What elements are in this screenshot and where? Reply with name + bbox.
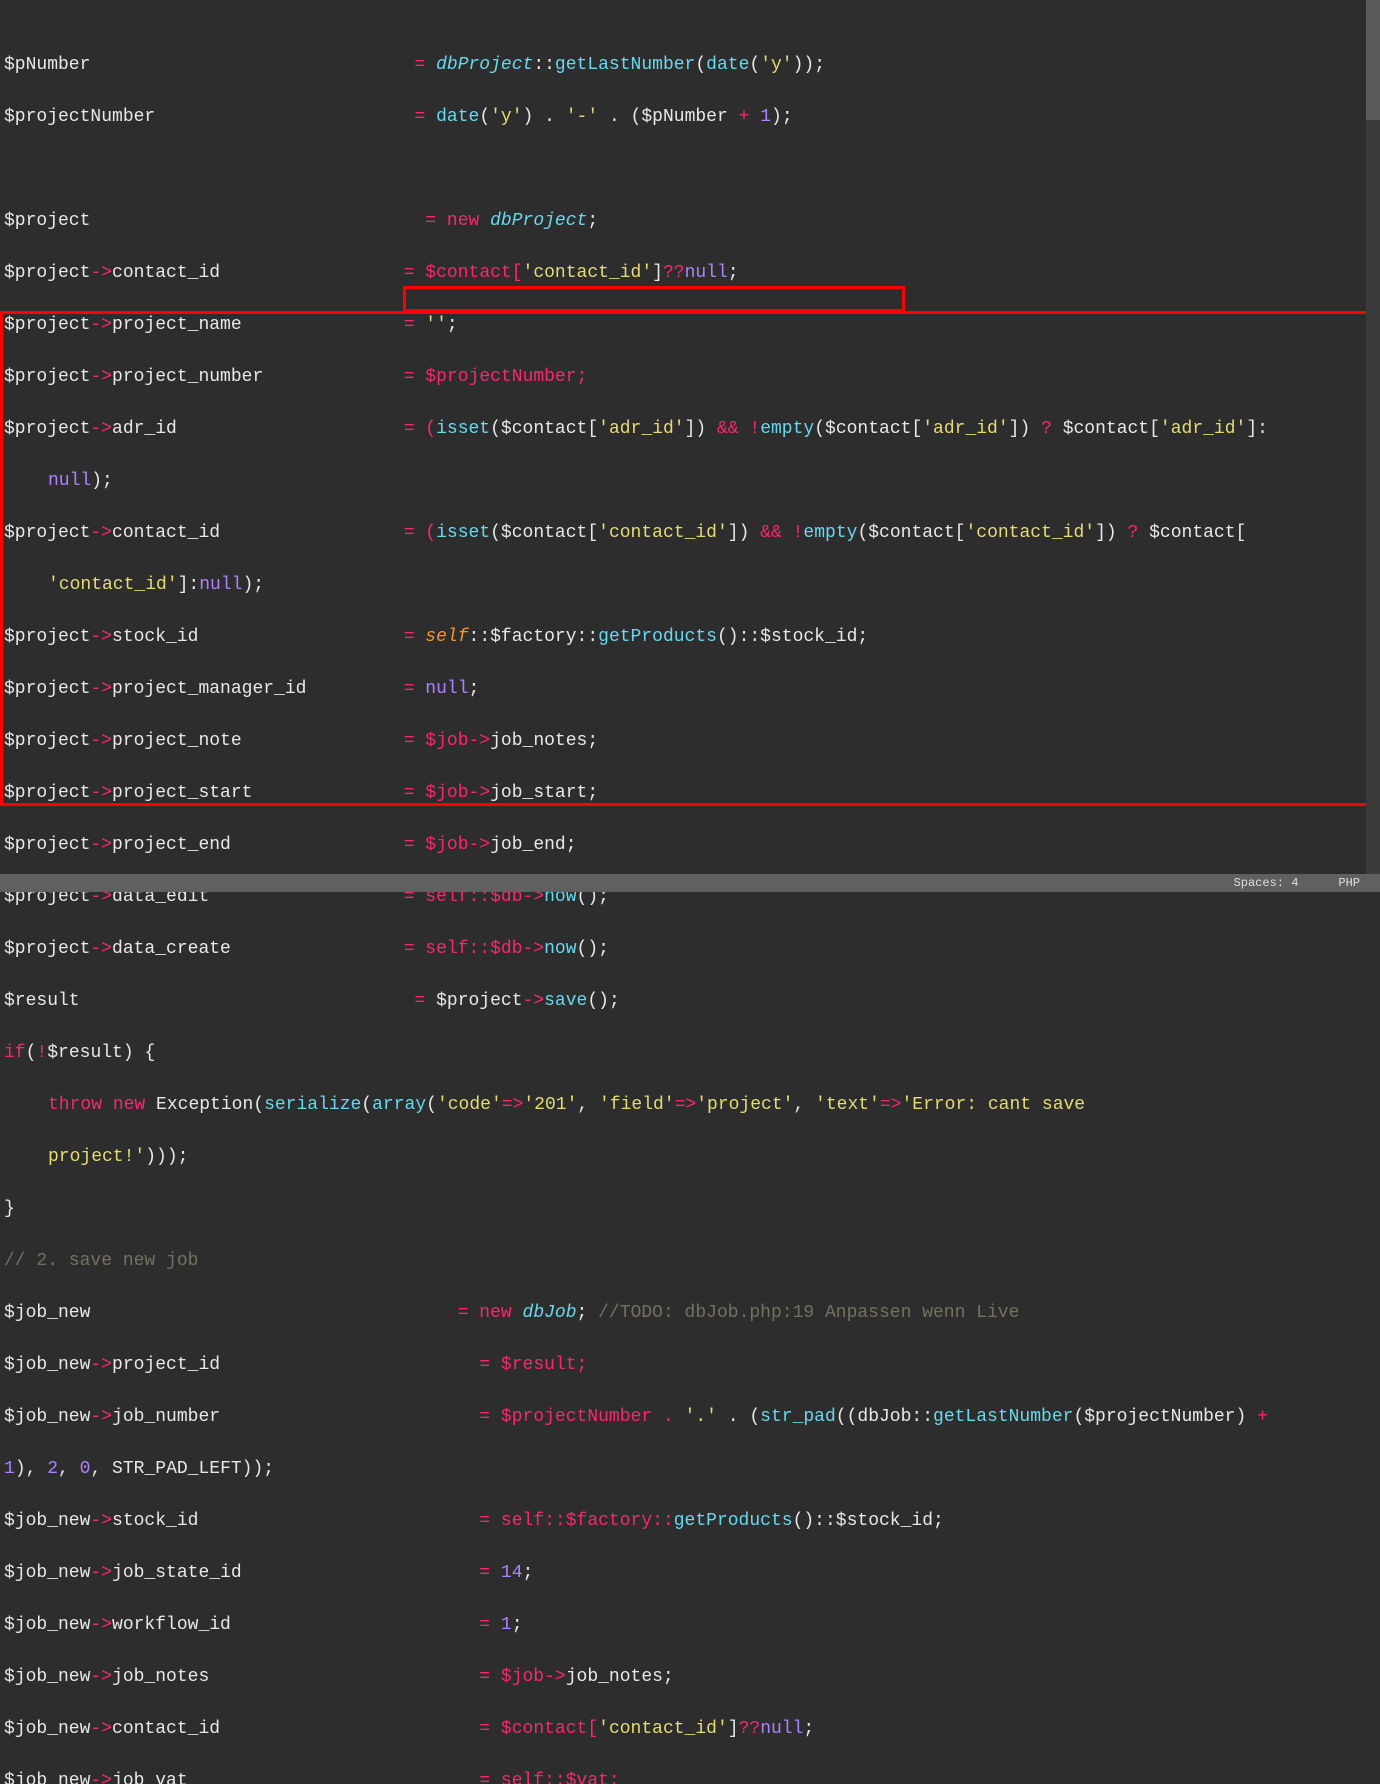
code-line: 1), 2, 0, STR_PAD_LEFT)); <box>4 1456 1376 1482</box>
code-line: $project->project_note = $job->job_notes… <box>4 728 1376 754</box>
code-line: $project->data_create = self::$db->now()… <box>4 936 1376 962</box>
code-line: $job_new = new dbJob; //TODO: dbJob.php:… <box>4 1300 1376 1326</box>
code-editor[interactable]: $pNumber = dbProject::getLastNumber(date… <box>0 0 1380 1784</box>
code-line: $project->project_number = $projectNumbe… <box>4 364 1376 390</box>
code-line: $job_new->stock_id = self::$factory::get… <box>4 1508 1376 1534</box>
language-mode[interactable]: PHP <box>1338 870 1360 896</box>
code-line: $job_new->contact_id = $contact['contact… <box>4 1716 1376 1742</box>
code-line: $job_new->workflow_id = 1; <box>4 1612 1376 1638</box>
status-bar: Spaces: 4 PHP <box>0 874 1380 892</box>
code-line: $job_new->job_vat = self::$vat; <box>4 1768 1376 1784</box>
code-line: null); <box>4 468 1376 494</box>
code-line: $project->project_end = $job->job_end; <box>4 832 1376 858</box>
code-line: $pNumber = dbProject::getLastNumber(date… <box>4 52 1376 78</box>
code-line: $project->project_manager_id = null; <box>4 676 1376 702</box>
code-line: project!'))); <box>4 1144 1376 1170</box>
code-line: $project->contact_id = (isset($contact['… <box>4 520 1376 546</box>
code-line: $job_new->job_state_id = 14; <box>4 1560 1376 1586</box>
code-line: throw new Exception(serialize(array('cod… <box>4 1092 1376 1118</box>
indent-setting[interactable]: Spaces: 4 <box>1234 870 1299 896</box>
code-line: $job_new->job_number = $projectNumber . … <box>4 1404 1376 1430</box>
vertical-scrollbar[interactable] <box>1366 0 1380 880</box>
code-line: $job_new->job_notes = $job->job_notes; <box>4 1664 1376 1690</box>
code-line: $project->adr_id = (isset($contact['adr_… <box>4 416 1376 442</box>
code-line: $result = $project->save(); <box>4 988 1376 1014</box>
code-line: } <box>4 1196 1376 1222</box>
code-line: if(!$result) { <box>4 1040 1376 1066</box>
code-line: $project->stock_id = self::$factory::get… <box>4 624 1376 650</box>
annotation-box <box>403 286 905 312</box>
code-line: $project->project_name = ''; <box>4 312 1376 338</box>
code-line: $project->project_start = $job->job_star… <box>4 780 1376 806</box>
code-line: // 2. save new job <box>4 1248 1376 1274</box>
code-line: $projectNumber = date('y') . '-' . ($pNu… <box>4 104 1376 130</box>
code-line: $project = new dbProject; <box>4 208 1376 234</box>
code-line: $job_new->project_id = $result; <box>4 1352 1376 1378</box>
code-line: $project->contact_id = $contact['contact… <box>4 260 1376 286</box>
scrollbar-thumb[interactable] <box>1366 0 1380 120</box>
code-line: 'contact_id']:null); <box>4 572 1376 598</box>
